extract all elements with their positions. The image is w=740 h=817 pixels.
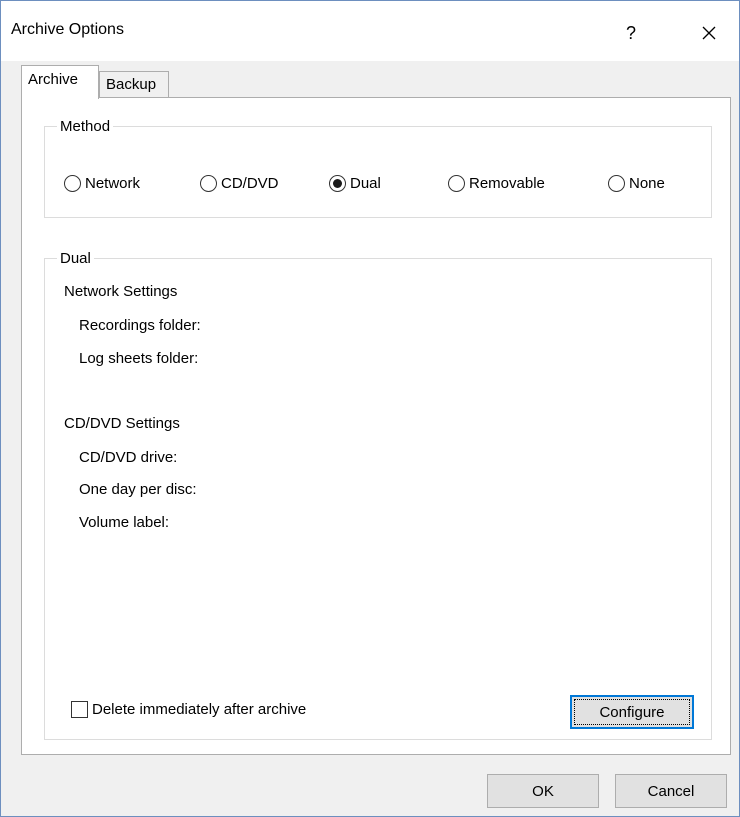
radio-button-circle bbox=[200, 175, 217, 192]
one-day-per-disc-label: One day per disc: bbox=[79, 481, 197, 498]
radio-button-circle bbox=[448, 175, 465, 192]
window-title: Archive Options bbox=[11, 21, 124, 38]
radio-cddvd-label: CD/DVD bbox=[221, 175, 279, 192]
ok-button[interactable]: OK bbox=[487, 774, 599, 808]
method-group: Method Network CD/DVD Dual Removable Non… bbox=[44, 118, 712, 218]
archive-tab-panel: Method Network CD/DVD Dual Removable Non… bbox=[21, 97, 731, 755]
volume-label-label: Volume label: bbox=[79, 514, 170, 531]
radio-network-label: Network bbox=[85, 175, 141, 192]
configure-button[interactable]: Configure bbox=[570, 695, 694, 729]
radio-dual[interactable]: Dual bbox=[329, 175, 381, 192]
dual-legend: Dual bbox=[60, 250, 91, 267]
dual-group: Dual Network Settings Recordings folder:… bbox=[44, 250, 712, 740]
network-settings-heading: Network Settings bbox=[64, 283, 178, 300]
checkbox-box bbox=[71, 701, 88, 718]
radio-removable[interactable]: Removable bbox=[448, 175, 545, 192]
method-legend: Method bbox=[60, 118, 111, 135]
tab-backup[interactable]: Backup bbox=[99, 71, 169, 99]
radio-removable-label: Removable bbox=[469, 175, 545, 192]
cddvd-drive-label: CD/DVD drive: bbox=[79, 449, 178, 466]
radio-button-circle bbox=[329, 175, 346, 192]
archive-options-dialog: Archive Options ? Archive Backup Method … bbox=[0, 0, 740, 817]
help-button[interactable]: ? bbox=[611, 13, 651, 53]
radio-cddvd[interactable]: CD/DVD bbox=[200, 175, 279, 192]
radio-button-circle bbox=[608, 175, 625, 192]
radio-none[interactable]: None bbox=[608, 175, 665, 192]
title-bar: Archive Options ? bbox=[1, 1, 739, 61]
radio-selected-dot bbox=[333, 179, 342, 188]
radio-none-label: None bbox=[629, 175, 665, 192]
delete-after-archive-label: Delete immediately after archive bbox=[92, 701, 307, 718]
radio-dual-label: Dual bbox=[350, 175, 381, 192]
close-button[interactable] bbox=[687, 13, 731, 53]
tab-archive[interactable]: Archive bbox=[21, 65, 99, 99]
delete-after-archive-checkbox[interactable]: Delete immediately after archive bbox=[71, 701, 306, 718]
recordings-folder-label: Recordings folder: bbox=[79, 317, 201, 334]
focus-ring bbox=[574, 699, 690, 725]
log-sheets-folder-label: Log sheets folder: bbox=[79, 350, 199, 367]
radio-network[interactable]: Network bbox=[64, 175, 140, 192]
radio-button-circle bbox=[64, 175, 81, 192]
close-icon bbox=[702, 26, 716, 40]
cddvd-settings-heading: CD/DVD Settings bbox=[64, 415, 180, 432]
cancel-button[interactable]: Cancel bbox=[615, 774, 727, 808]
